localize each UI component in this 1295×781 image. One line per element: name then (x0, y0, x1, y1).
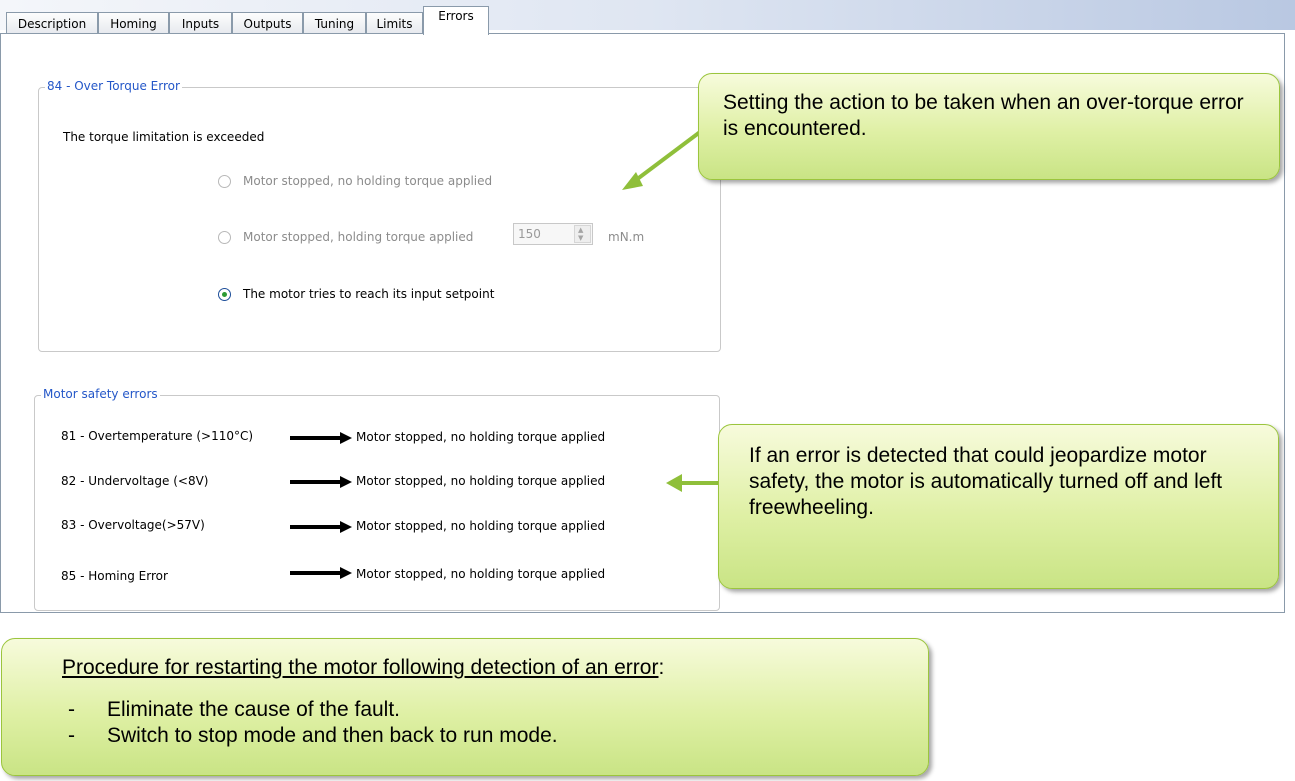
safety-action-81: Motor stopped, no holding torque applied (356, 430, 606, 444)
radio-reach-setpoint-label: The motor tries to reach its input setpo… (243, 287, 495, 301)
safety-action-83: Motor stopped, no holding torque applied (356, 519, 606, 533)
over-torque-group: 84 - Over Torque Error (38, 79, 721, 352)
holding-torque-stepper[interactable]: 150 ▲ ▼ (513, 223, 593, 245)
tab-description[interactable]: Description (6, 12, 98, 34)
safety-action-82: Motor stopped, no holding torque applied (356, 474, 606, 488)
torque-action-callout-text: Setting the action to be taken when an o… (723, 91, 1244, 140)
restart-procedure-title-line: Procedure for restarting the motor follo… (62, 655, 928, 681)
over-torque-description: The torque limitation is exceeded (63, 130, 265, 144)
torque-action-callout: Setting the action to be taken when an o… (698, 73, 1280, 180)
holding-torque-value: 150 (518, 227, 541, 241)
restart-steps-list: Eliminate the cause of the fault. Switch… (50, 697, 928, 749)
safety-info-callout-text: If an error is detected that could jeopa… (749, 444, 1223, 519)
right-arrow-icon (290, 567, 352, 579)
restart-step: Switch to stop mode and then back to run… (50, 723, 928, 749)
spin-updown-icon[interactable]: ▲ ▼ (574, 225, 591, 243)
tab-tuning[interactable]: Tuning (303, 12, 366, 34)
motor-safety-group-title: Motor safety errors (41, 387, 160, 401)
safety-error-81: 81 - Overtemperature (>110°C) (61, 429, 254, 443)
safety-error-83: 83 - Overvoltage(>57V) (61, 518, 205, 532)
restart-procedure-title: Procedure for restarting the motor follo… (62, 656, 659, 679)
tab-limits[interactable]: Limits (366, 12, 423, 34)
radio-reach-setpoint[interactable] (218, 288, 231, 301)
radio-selected-dot (222, 292, 227, 297)
callout-pointer-arrow-icon (622, 130, 702, 190)
safety-error-82: 82 - Undervoltage (<8V) (61, 474, 209, 488)
safety-error-85: 85 - Homing Error (61, 569, 168, 583)
callout-pointer-arrow-icon (666, 474, 722, 492)
right-arrow-icon (290, 521, 352, 533)
radio-no-holding-torque-label: Motor stopped, no holding torque applied (243, 174, 493, 188)
radio-holding-torque-label: Motor stopped, holding torque applied (243, 230, 474, 244)
tab-homing[interactable]: Homing (98, 12, 169, 34)
radio-holding-torque[interactable] (218, 231, 231, 244)
over-torque-group-title: 84 - Over Torque Error (45, 79, 182, 93)
restart-procedure-title-suffix: : (658, 656, 665, 679)
tab-outputs[interactable]: Outputs (232, 12, 303, 34)
safety-action-85: Motor stopped, no holding torque applied (356, 567, 606, 581)
safety-info-callout: If an error is detected that could jeopa… (718, 424, 1279, 589)
holding-torque-unit: mN.m (608, 230, 645, 244)
right-arrow-icon (290, 432, 352, 444)
tab-errors[interactable]: Errors (423, 6, 489, 35)
right-arrow-icon (290, 476, 352, 488)
restart-procedure-callout: Procedure for restarting the motor follo… (1, 638, 929, 776)
radio-no-holding-torque[interactable] (218, 175, 231, 188)
tab-inputs[interactable]: Inputs (169, 12, 232, 34)
restart-step: Eliminate the cause of the fault. (50, 697, 928, 723)
